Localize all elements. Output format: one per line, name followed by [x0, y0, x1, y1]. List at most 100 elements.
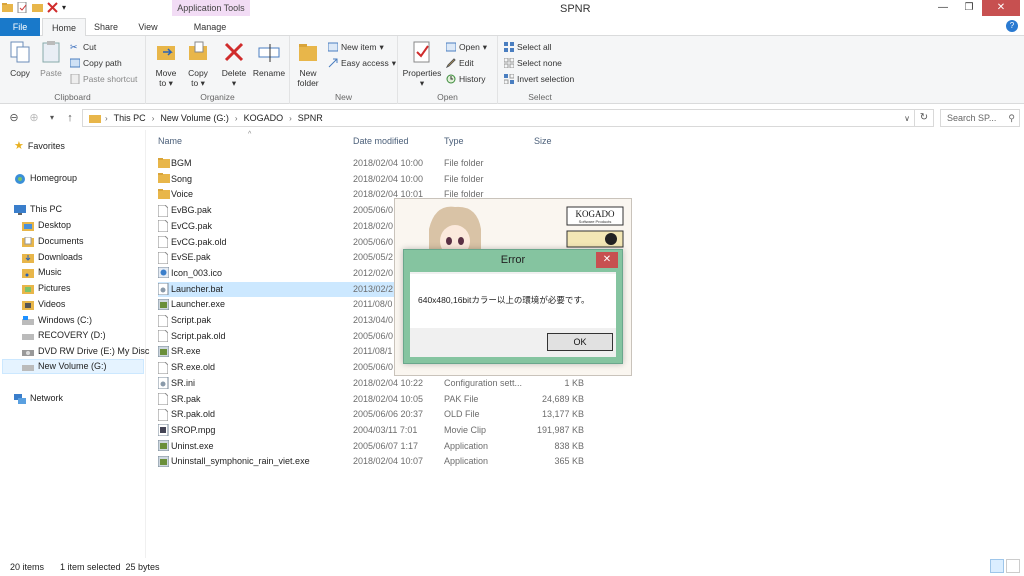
item-count: 20 items [10, 562, 45, 572]
copy-icon [10, 41, 30, 63]
rename-button[interactable]: Rename [250, 40, 288, 78]
nav-videos[interactable]: Videos [22, 297, 65, 312]
breadcrumb-this-pc[interactable]: This PC [114, 113, 146, 123]
view-switcher [990, 559, 1020, 573]
new-item-button[interactable]: New item ▾ [328, 40, 384, 54]
file-row[interactable]: SR.ini 2018/02/04 10:22 Configuration sett… [157, 376, 628, 391]
nav-new-volume-g[interactable]: New Volume (G:) [2, 359, 144, 374]
column-header-size[interactable]: Size [534, 136, 552, 146]
up-arrow-icon[interactable]: ↑ [62, 110, 78, 126]
nav-desktop[interactable]: Desktop [22, 218, 71, 233]
copy-path-button[interactable]: Copy path [70, 56, 122, 70]
delete-button[interactable]: Delete ▾ [218, 40, 250, 88]
file-row[interactable]: SR.pak 2018/02/04 10:05 PAK File 24,689 KB [157, 392, 628, 407]
details-view-icon[interactable] [990, 559, 1004, 573]
rename-icon [258, 44, 280, 62]
paste-shortcut-button[interactable]: Paste shortcut [70, 72, 137, 86]
file-row[interactable]: SR.pak.old 2005/06/06 20:37 OLD File 13,177… [157, 407, 628, 422]
file-name-cell: SR.ini [157, 376, 195, 391]
nav-pictures[interactable]: Pictures [22, 281, 71, 296]
open-button[interactable]: Open ▾ [446, 40, 487, 54]
invert-selection-icon [504, 74, 514, 84]
search-input[interactable]: Search SP... ⚲ [940, 109, 1020, 127]
history-button[interactable]: History [446, 72, 485, 86]
ribbon: Copy Paste ✂ Cut Copy path Paste shortcu… [0, 36, 1024, 104]
nav-music[interactable]: Music [22, 265, 62, 280]
nav-downloads[interactable]: Downloads [22, 250, 83, 265]
help-icon[interactable]: ? [1006, 20, 1018, 32]
ok-button[interactable]: OK [547, 333, 613, 351]
file-type: OLD File [444, 409, 480, 420]
breadcrumb-spnr[interactable]: SPNR [298, 113, 323, 123]
recent-locations-chevron-icon[interactable]: ▾ [44, 110, 60, 126]
address-dropdown-icon[interactable]: ∨ [904, 114, 910, 123]
file-date: 2013/04/0 [353, 315, 394, 325]
nav-favorites[interactable]: ★ Favorites [14, 139, 65, 154]
column-header-date[interactable]: Date modified [353, 136, 409, 146]
application-icon [157, 455, 170, 468]
back-button[interactable]: ⊖ [6, 110, 22, 126]
star-icon: ★ [14, 140, 24, 152]
tab-view[interactable]: View [130, 18, 166, 36]
new-folder-button[interactable]: New folder [292, 40, 324, 88]
nav-documents-label: Documents [38, 236, 84, 246]
maximize-button[interactable]: ❐ [956, 0, 982, 16]
customize-qat-icon[interactable]: ▾ [62, 2, 73, 13]
paste-shortcut-icon [70, 74, 80, 84]
properties-button[interactable]: Properties ▾ [402, 40, 442, 88]
copy-button[interactable]: Copy [4, 40, 36, 78]
large-icons-view-icon[interactable] [1006, 559, 1020, 573]
select-none-label: Select none [517, 58, 562, 68]
invert-selection-button[interactable]: Invert selection [504, 72, 574, 86]
forward-button[interactable]: ⊕ [26, 110, 42, 126]
properties-icon [413, 41, 430, 63]
breadcrumb-new-volume[interactable]: New Volume (G:) [160, 113, 229, 123]
new-folder-icon[interactable] [32, 2, 43, 13]
tab-file[interactable]: File [0, 18, 40, 36]
close-button[interactable]: ✕ [982, 0, 1020, 16]
column-header-type[interactable]: Type [444, 136, 464, 146]
file-name-cell: SR.exe [157, 344, 201, 359]
address-bar[interactable]: › This PC › New Volume (G:) › KOGADO › S… [82, 109, 915, 127]
search-placeholder: Search SP... [947, 113, 997, 123]
nav-documents[interactable]: Documents [22, 234, 84, 249]
cut-button[interactable]: ✂ Cut [70, 40, 96, 54]
file-row[interactable]: Uninstall_symphonic_rain_viet.exe 2018/02… [157, 454, 628, 469]
tab-home[interactable]: Home [42, 18, 86, 36]
nav-recovery-d[interactable]: RECOVERY (D:) [22, 328, 106, 343]
file-row[interactable]: Uninst.exe 2005/06/07 1:17 Application 838 … [157, 439, 628, 454]
folder-icon [2, 2, 13, 13]
refresh-button[interactable]: ↻ [914, 109, 934, 127]
nav-dvd-e[interactable]: DVD RW Drive (E:) My Disc [22, 344, 149, 359]
easy-access-button[interactable]: Easy access ▾ [328, 56, 396, 70]
properties-icon[interactable] [17, 1, 28, 14]
tab-share[interactable]: Share [88, 18, 124, 36]
nav-windows-c[interactable]: Windows (C:) [22, 313, 92, 328]
select-all-button[interactable]: Select all [504, 40, 552, 54]
file-date: 2005/06/0 [353, 362, 394, 373]
folder-icon [158, 188, 170, 201]
nav-network[interactable]: Network [14, 391, 63, 406]
nav-favorites-label: Favorites [27, 141, 65, 151]
new-folder-icon [299, 44, 317, 61]
file-size: 838 KB [554, 440, 584, 451]
move-to-button[interactable]: Move to ▾ [150, 40, 182, 88]
clipboard-group-label: Clipboard [54, 92, 91, 102]
nav-homegroup[interactable]: Homegroup [14, 171, 77, 186]
delete-icon[interactable] [47, 2, 58, 13]
copy-to-label-2: to [191, 78, 199, 88]
dialog-close-button[interactable]: ✕ [596, 252, 618, 268]
file-row[interactable]: Song 2018/02/04 10:00 File folder [158, 172, 628, 187]
file-row[interactable]: BGM 2018/02/04 10:00 File folder [158, 156, 628, 171]
paste-button[interactable]: Paste [35, 40, 67, 78]
breadcrumb-kogado[interactable]: KOGADO [244, 113, 284, 123]
file-row[interactable]: SROP.mpg 2004/03/11 7:01 Movie Clip 191,987… [157, 423, 628, 438]
minimize-button[interactable]: — [930, 0, 956, 16]
copy-to-button[interactable]: Copy to ▾ [182, 40, 214, 88]
tab-manage[interactable]: Manage [176, 18, 244, 36]
select-none-button[interactable]: Select none [504, 56, 562, 70]
nav-this-pc[interactable]: This PC [14, 202, 62, 217]
edit-button[interactable]: Edit [446, 56, 474, 70]
copy-label: Copy [10, 68, 30, 78]
column-header-name[interactable]: Name [158, 136, 182, 146]
